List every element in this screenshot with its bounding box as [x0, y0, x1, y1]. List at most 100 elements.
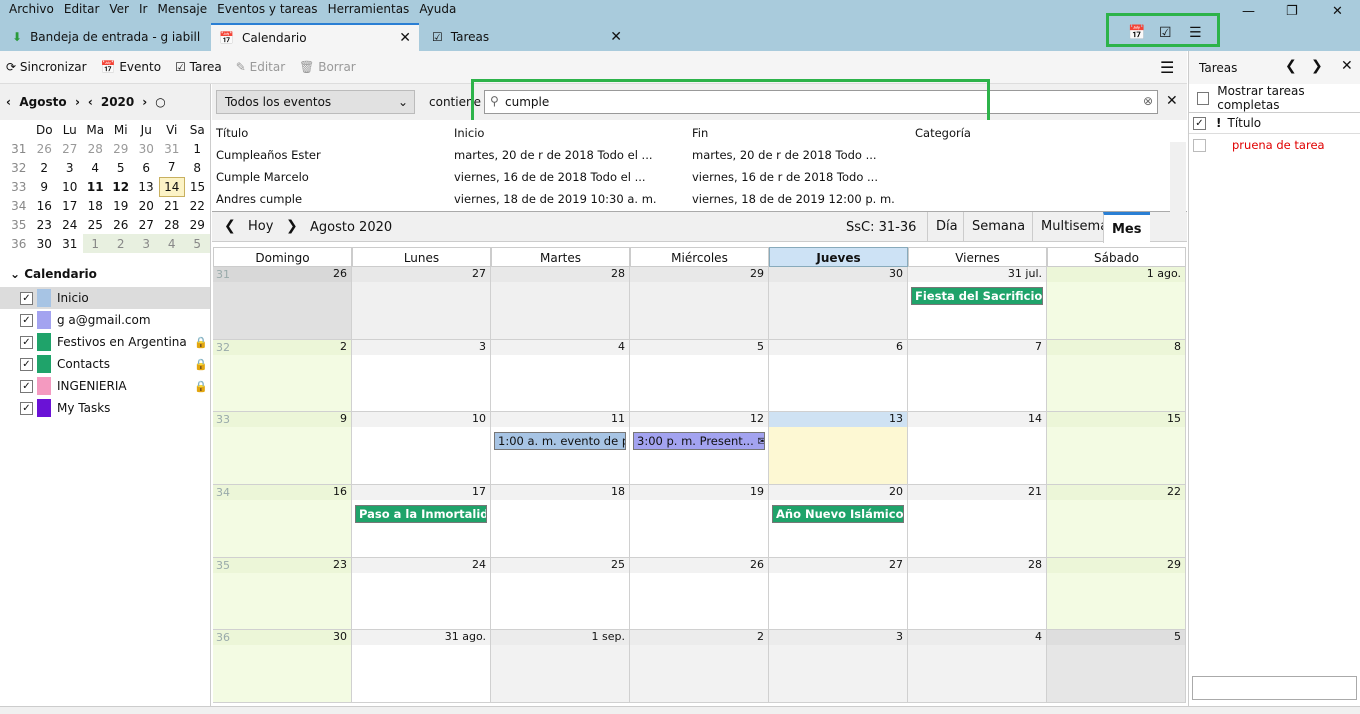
day-cell[interactable]: 3: [769, 630, 908, 703]
menu-2[interactable]: Ver: [104, 0, 134, 20]
day-cell[interactable]: 9 33: [213, 412, 352, 485]
contacts-sidebar-icon[interactable]: ☰: [1189, 25, 1202, 41]
calendar-item[interactable]: ✓ Contacts 🔒: [0, 353, 210, 375]
day-cell[interactable]: 25: [491, 558, 630, 630]
checkbox[interactable]: ✓: [20, 313, 33, 327]
column-header[interactable]: Inicio: [454, 126, 484, 140]
day-cell[interactable]: 4: [908, 630, 1047, 703]
event-item[interactable]: 3:00 p. m. Present... ✉🔔: [633, 432, 765, 450]
minical-day[interactable]: 17: [57, 196, 83, 215]
new-task-button[interactable]: ☑ Tarea: [175, 60, 222, 74]
minical-day[interactable]: 24: [57, 215, 83, 234]
day-cell[interactable]: 18: [491, 485, 630, 558]
minical-day[interactable]: 21: [159, 196, 185, 215]
column-header[interactable]: Título: [216, 126, 248, 140]
menu-6[interactable]: Herramientas: [323, 0, 415, 20]
next-month-icon[interactable]: ›: [75, 95, 80, 109]
day-cell[interactable]: 19: [630, 485, 769, 558]
close-tab-icon[interactable]: ✕: [399, 30, 411, 46]
day-cell[interactable]: 27: [769, 558, 908, 630]
day-cell[interactable]: 3: [352, 340, 491, 412]
minical-day[interactable]: 2: [32, 158, 58, 177]
minical-day[interactable]: 30: [134, 139, 160, 158]
day-cell[interactable]: 2: [630, 630, 769, 703]
minical-day[interactable]: 29: [108, 139, 134, 158]
today-button[interactable]: Hoy: [248, 219, 273, 234]
day-cell[interactable]: 1 sep.: [491, 630, 630, 703]
minical-day[interactable]: 23: [32, 215, 58, 234]
view-tab-semana[interactable]: Semana: [963, 212, 1032, 242]
day-cell[interactable]: 31 ago.: [352, 630, 491, 703]
tab-tasks[interactable]: ☑ Tareas ✕: [424, 23, 630, 51]
next-year-icon[interactable]: ›: [142, 95, 147, 109]
day-cell[interactable]: 21: [908, 485, 1047, 558]
event-item[interactable]: Año Nuevo Islámico: [772, 505, 904, 523]
day-cell[interactable]: 28: [908, 558, 1047, 630]
menu-icon[interactable]: ☰: [1160, 58, 1174, 77]
minical-day[interactable]: 7: [159, 158, 185, 177]
minical-day[interactable]: 31: [57, 234, 83, 253]
day-cell[interactable]: 1 ago.: [1047, 267, 1186, 340]
checkbox[interactable]: ✓: [20, 335, 33, 349]
minical-day[interactable]: 8: [185, 158, 211, 177]
checkbox[interactable]: ✓: [20, 379, 33, 393]
minical-day[interactable]: 1: [185, 139, 211, 158]
menu-7[interactable]: Ayuda: [414, 0, 461, 20]
minical-day[interactable]: 2: [108, 234, 134, 253]
prev-year-icon[interactable]: ‹: [88, 95, 93, 109]
day-cell[interactable]: 8: [1047, 340, 1186, 412]
day-cell[interactable]: 7: [908, 340, 1047, 412]
day-cell[interactable]: 22: [1047, 485, 1186, 558]
prev-icon[interactable]: ❮: [224, 218, 236, 234]
prev-icon[interactable]: ❮: [1285, 58, 1297, 74]
event-item[interactable]: 1:00 a. m. evento de p...: [494, 432, 626, 450]
day-cell[interactable]: 16 34: [213, 485, 352, 558]
calendar-item[interactable]: ✓ g a@gmail.com: [0, 309, 210, 331]
minical-day[interactable]: 18: [83, 196, 109, 215]
day-cell[interactable]: 13: [769, 412, 908, 485]
minical-day[interactable]: 27: [57, 139, 83, 158]
minical-day[interactable]: 25: [83, 215, 109, 234]
title-column-header[interactable]: Título: [1227, 116, 1261, 130]
minical-day[interactable]: 27: [134, 215, 160, 234]
tab-calendar[interactable]: 📅 Calendario ✕: [211, 23, 419, 51]
day-cell[interactable]: 26: [630, 558, 769, 630]
close-icon[interactable]: ✕: [1341, 58, 1353, 74]
minical-day[interactable]: 4: [83, 158, 109, 177]
minical-day[interactable]: 31: [159, 139, 185, 158]
day-cell[interactable]: 26 31: [213, 267, 352, 340]
menu-5[interactable]: Eventos y tareas: [212, 0, 322, 20]
today-icon[interactable]: ○: [155, 95, 165, 109]
minical-day[interactable]: 9: [32, 177, 58, 196]
next-icon[interactable]: ❯: [286, 218, 298, 234]
view-tab-día[interactable]: Día: [927, 212, 963, 242]
minical-day[interactable]: 26: [108, 215, 134, 234]
day-cell[interactable]: 4: [491, 340, 630, 412]
day-cell[interactable]: 5: [630, 340, 769, 412]
minical-day[interactable]: 3: [57, 158, 83, 177]
list-row[interactable]: Cumpleaños Ester martes, 20 de r de 2018 …: [212, 144, 1170, 166]
checkbox[interactable]: ✓: [20, 291, 33, 305]
checkbox[interactable]: ✓: [20, 401, 33, 415]
minical-day[interactable]: 5: [184, 234, 210, 253]
day-cell[interactable]: 2 32: [213, 340, 352, 412]
column-header[interactable]: Categoría: [915, 126, 971, 140]
task-row[interactable]: pruena de tarea: [1189, 134, 1360, 156]
new-event-button[interactable]: 📅 Evento: [101, 60, 161, 74]
task-checkbox[interactable]: [1193, 138, 1206, 152]
day-cell[interactable]: 6: [769, 340, 908, 412]
show-completed-checkbox[interactable]: Mostrar tareas completas: [1189, 84, 1360, 112]
column-header[interactable]: Fin: [692, 126, 708, 140]
calendar-mode-icon[interactable]: 📅: [1128, 25, 1145, 41]
calendar-item[interactable]: ✓ INGENIERIA 🔒: [0, 375, 210, 397]
sync-button[interactable]: ⟳ Sincronizar: [6, 60, 87, 74]
menu-0[interactable]: Archivo: [4, 0, 59, 20]
minical-day[interactable]: 10: [57, 177, 83, 196]
day-cell[interactable]: 30 36: [213, 630, 352, 703]
edit-button[interactable]: ✎ Editar: [236, 60, 285, 74]
quick-add-task-input[interactable]: [1192, 676, 1357, 700]
scrollbar[interactable]: [1170, 142, 1186, 212]
restore-icon[interactable]: ❐: [1286, 4, 1298, 19]
day-cell[interactable]: 24: [352, 558, 491, 630]
event-item[interactable]: Paso a la Inmortalidad...: [355, 505, 487, 523]
